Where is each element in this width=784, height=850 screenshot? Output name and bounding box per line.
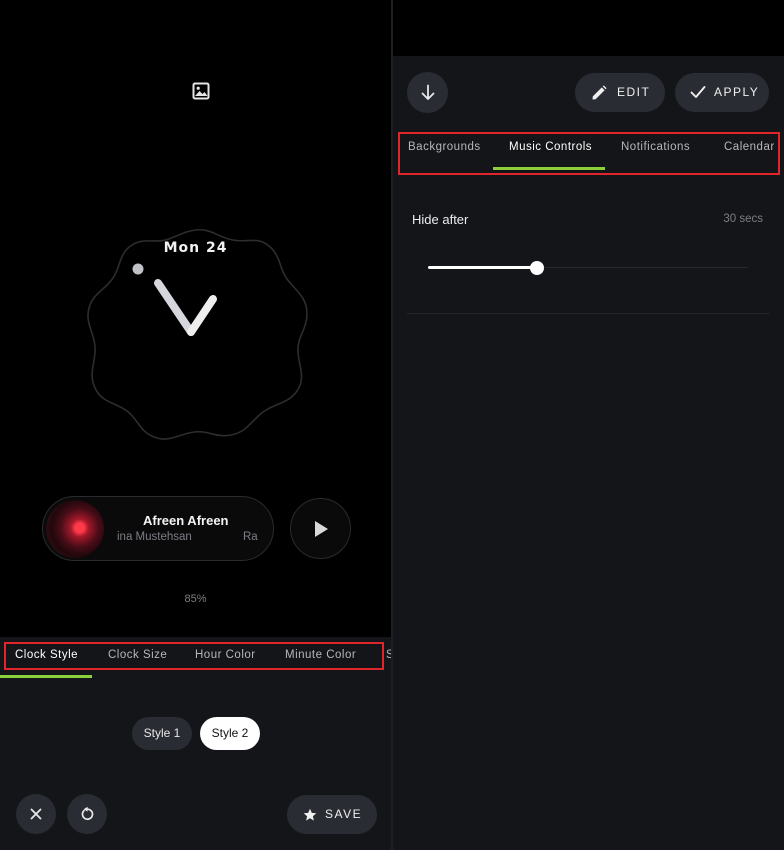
status-area [393, 0, 784, 56]
edit-label: EDIT [617, 85, 651, 99]
style-1-chip[interactable]: Style 1 [132, 717, 192, 750]
edit-button[interactable]: EDIT [575, 73, 665, 112]
play-icon [315, 521, 328, 537]
clock-editor-pane: Mon 24 Afreen Afreen ina Mustehsan Ra 85… [0, 0, 391, 850]
setting-divider [407, 313, 770, 314]
reset-button[interactable] [67, 794, 107, 834]
apply-button[interactable]: APPLY [675, 73, 769, 112]
active-tab-indicator [0, 675, 92, 678]
minute-hand [187, 295, 217, 336]
hide-after-label: Hide after [412, 212, 469, 227]
second-dot [132, 263, 144, 275]
clock-date: Mon 24 [163, 240, 228, 256]
play-button[interactable] [290, 498, 351, 559]
save-label: SAVE [325, 807, 363, 821]
highlight-box-clock-tabs [4, 642, 384, 670]
battery-percentage: 85% [184, 593, 207, 605]
media-artist-overflow: Ra [243, 531, 258, 543]
style-2-chip[interactable]: Style 2 [200, 717, 260, 750]
media-title: Afreen Afreen [143, 513, 229, 528]
hide-after-value: 30 secs [723, 213, 763, 225]
clock-wavy-outline [87, 228, 308, 440]
collapse-button[interactable] [407, 72, 448, 113]
hide-after-slider-thumb[interactable] [529, 261, 544, 275]
apply-label: APPLY [714, 85, 760, 99]
image-icon[interactable] [192, 82, 210, 100]
star-icon [303, 808, 317, 821]
arrow-down-icon [421, 84, 435, 100]
album-art [46, 500, 104, 558]
reset-icon [81, 806, 94, 821]
media-artist: ina Mustehsan [117, 531, 192, 543]
settings-pane: EDIT APPLY Backgrounds Music Controls No… [393, 0, 784, 850]
active-tab-indicator [493, 167, 605, 170]
check-icon [690, 86, 706, 98]
close-icon [30, 808, 42, 820]
hide-after-slider-fill [428, 266, 537, 269]
save-button[interactable]: SAVE [287, 795, 377, 834]
pencil-icon [592, 85, 607, 100]
media-player-card[interactable]: Afreen Afreen ina Mustehsan Ra [42, 496, 274, 561]
hour-hand [154, 279, 195, 336]
close-button[interactable] [16, 794, 56, 834]
